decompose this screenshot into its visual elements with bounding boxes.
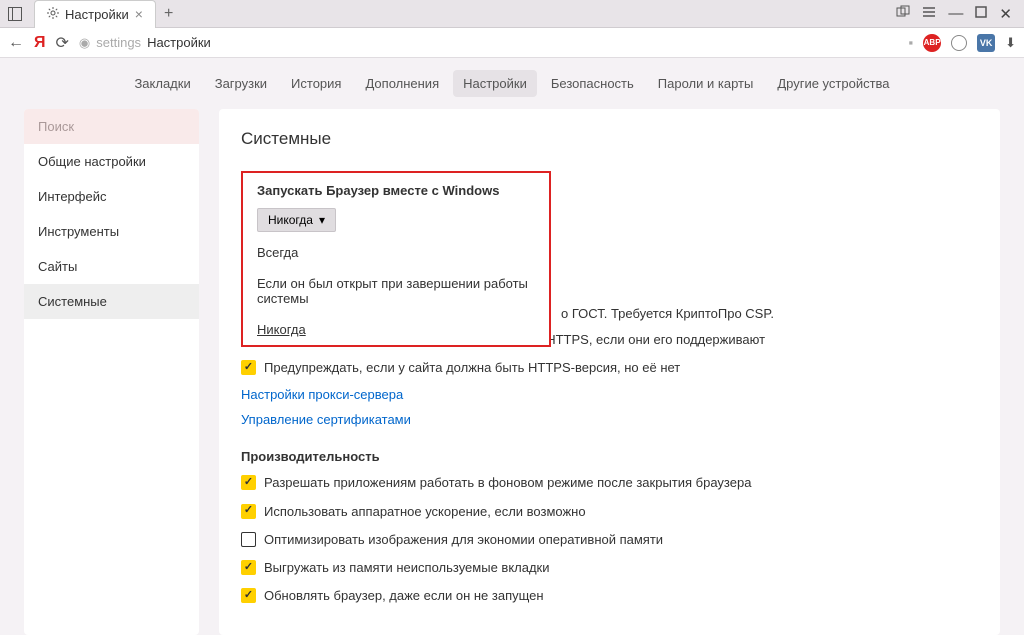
topnav-passwords[interactable]: Пароли и карты (648, 70, 764, 97)
row-label: Предупреждать, если у сайта должна быть … (264, 359, 680, 377)
topnav-security[interactable]: Безопасность (541, 70, 644, 97)
topnav-devices[interactable]: Другие устройства (767, 70, 899, 97)
yandex-icon[interactable]: Я (34, 34, 46, 52)
sidebar-item-system[interactable]: Системные (24, 284, 199, 319)
cert-link[interactable]: Управление сертификатами (241, 412, 978, 427)
menu-icon[interactable] (922, 5, 936, 22)
row-label: Обновлять браузер, даже если он не запущ… (264, 587, 544, 605)
sidebar-item-general[interactable]: Общие настройки (24, 144, 199, 179)
titlebar: Настройки × + — ✕ (0, 0, 1024, 28)
new-tab-button[interactable]: + (164, 5, 173, 23)
vk-icon[interactable]: VK (977, 34, 995, 52)
minimize-icon[interactable]: — (948, 5, 963, 22)
checkbox-icon[interactable] (241, 588, 256, 603)
maximize-icon[interactable] (975, 5, 987, 22)
checkbox-icon[interactable] (241, 504, 256, 519)
perf-row-update[interactable]: Обновлять браузер, даже если он не запущ… (241, 587, 978, 605)
page-heading: Системные (241, 129, 978, 149)
download-icon[interactable]: ⬇ (1005, 35, 1016, 51)
row-label: Разрешать приложениям работать в фоновом… (264, 474, 751, 492)
panel-toggle-icon[interactable] (0, 7, 30, 21)
address-bar: ← Я ⟳ ◉ settings Настройки ▪ ABP VK ⬇ (0, 28, 1024, 58)
launch-dropdown-menu: Всегда Если он был открыт при завершении… (241, 237, 551, 347)
address-field[interactable]: ◉ settings Настройки (79, 35, 211, 51)
secure-icon: ◉ (79, 35, 90, 51)
perf-row-optimize-img[interactable]: Оптимизировать изображения для экономии … (241, 531, 978, 549)
row-label: Использовать аппаратное ускорение, если … (264, 503, 586, 521)
globe-icon[interactable] (951, 35, 967, 51)
abp-icon[interactable]: ABP (923, 34, 941, 52)
dropdown-option-never[interactable]: Никогда (243, 314, 549, 345)
row-label: Оптимизировать изображения для экономии … (264, 531, 663, 549)
perf-row-hwaccel[interactable]: Использовать аппаратное ускорение, если … (241, 503, 978, 521)
checkbox-icon[interactable] (241, 560, 256, 575)
topnav-downloads[interactable]: Загрузки (205, 70, 277, 97)
sidebar-item-tools[interactable]: Инструменты (24, 214, 199, 249)
browser-tab[interactable]: Настройки × (34, 0, 156, 28)
perf-row-background[interactable]: Разрешать приложениям работать в фоновом… (241, 474, 978, 492)
sidebar-search[interactable]: Поиск (24, 109, 199, 144)
back-button[interactable]: ← (8, 34, 24, 52)
proxy-link[interactable]: Настройки прокси-сервера (241, 387, 978, 402)
checkbox-icon[interactable] (241, 475, 256, 490)
topnav-bookmarks[interactable]: Закладки (124, 70, 200, 97)
topnav-settings[interactable]: Настройки (453, 70, 537, 97)
dropdown-option-ifopen[interactable]: Если он был открыт при завершении работы… (243, 268, 549, 314)
row-label: Выгружать из памяти неиспользуемые вклад… (264, 559, 550, 577)
window-controls: — ✕ (896, 5, 1024, 23)
checkbox-icon[interactable] (241, 360, 256, 375)
gost-text: о ГОСТ. Требуется КриптоПро CSP. (561, 306, 978, 321)
sidebar-item-interface[interactable]: Интерфейс (24, 179, 199, 214)
bookmark-icon[interactable]: ▪ (908, 35, 913, 50)
perf-row-unload-tabs[interactable]: Выгружать из памяти неиспользуемые вклад… (241, 559, 978, 577)
settings-sidebar: Поиск Общие настройки Интерфейс Инструме… (24, 109, 199, 635)
url-path-2: Настройки (147, 35, 211, 50)
https-warn-row[interactable]: Предупреждать, если у сайта должна быть … (241, 359, 978, 377)
topnav-history[interactable]: История (281, 70, 351, 97)
checkbox-icon[interactable] (241, 532, 256, 547)
launch-heading: Запускать Браузер вместе с Windows (257, 183, 535, 198)
launch-dropdown[interactable]: Никогда ▾ (257, 208, 336, 232)
tab-close-icon[interactable]: × (135, 6, 143, 22)
chevron-down-icon: ▾ (319, 213, 325, 227)
perf-heading: Производительность (241, 449, 978, 464)
url-path-1: settings (96, 35, 141, 50)
tab-title: Настройки (65, 7, 129, 22)
reload-button[interactable]: ⟳ (56, 33, 69, 53)
settings-topnav: Закладки Загрузки История Дополнения Нас… (0, 58, 1024, 109)
topnav-addons[interactable]: Дополнения (355, 70, 449, 97)
copy-icon[interactable] (896, 5, 910, 23)
close-icon[interactable]: ✕ (999, 5, 1012, 23)
settings-content: Системные Запускать Браузер вместе с Win… (219, 109, 1000, 635)
dropdown-selected: Никогда (268, 213, 313, 227)
gear-icon (47, 7, 59, 22)
launch-with-windows-block: Запускать Браузер вместе с Windows Никог… (241, 171, 551, 324)
dropdown-option-always[interactable]: Всегда (243, 237, 549, 268)
sidebar-item-sites[interactable]: Сайты (24, 249, 199, 284)
